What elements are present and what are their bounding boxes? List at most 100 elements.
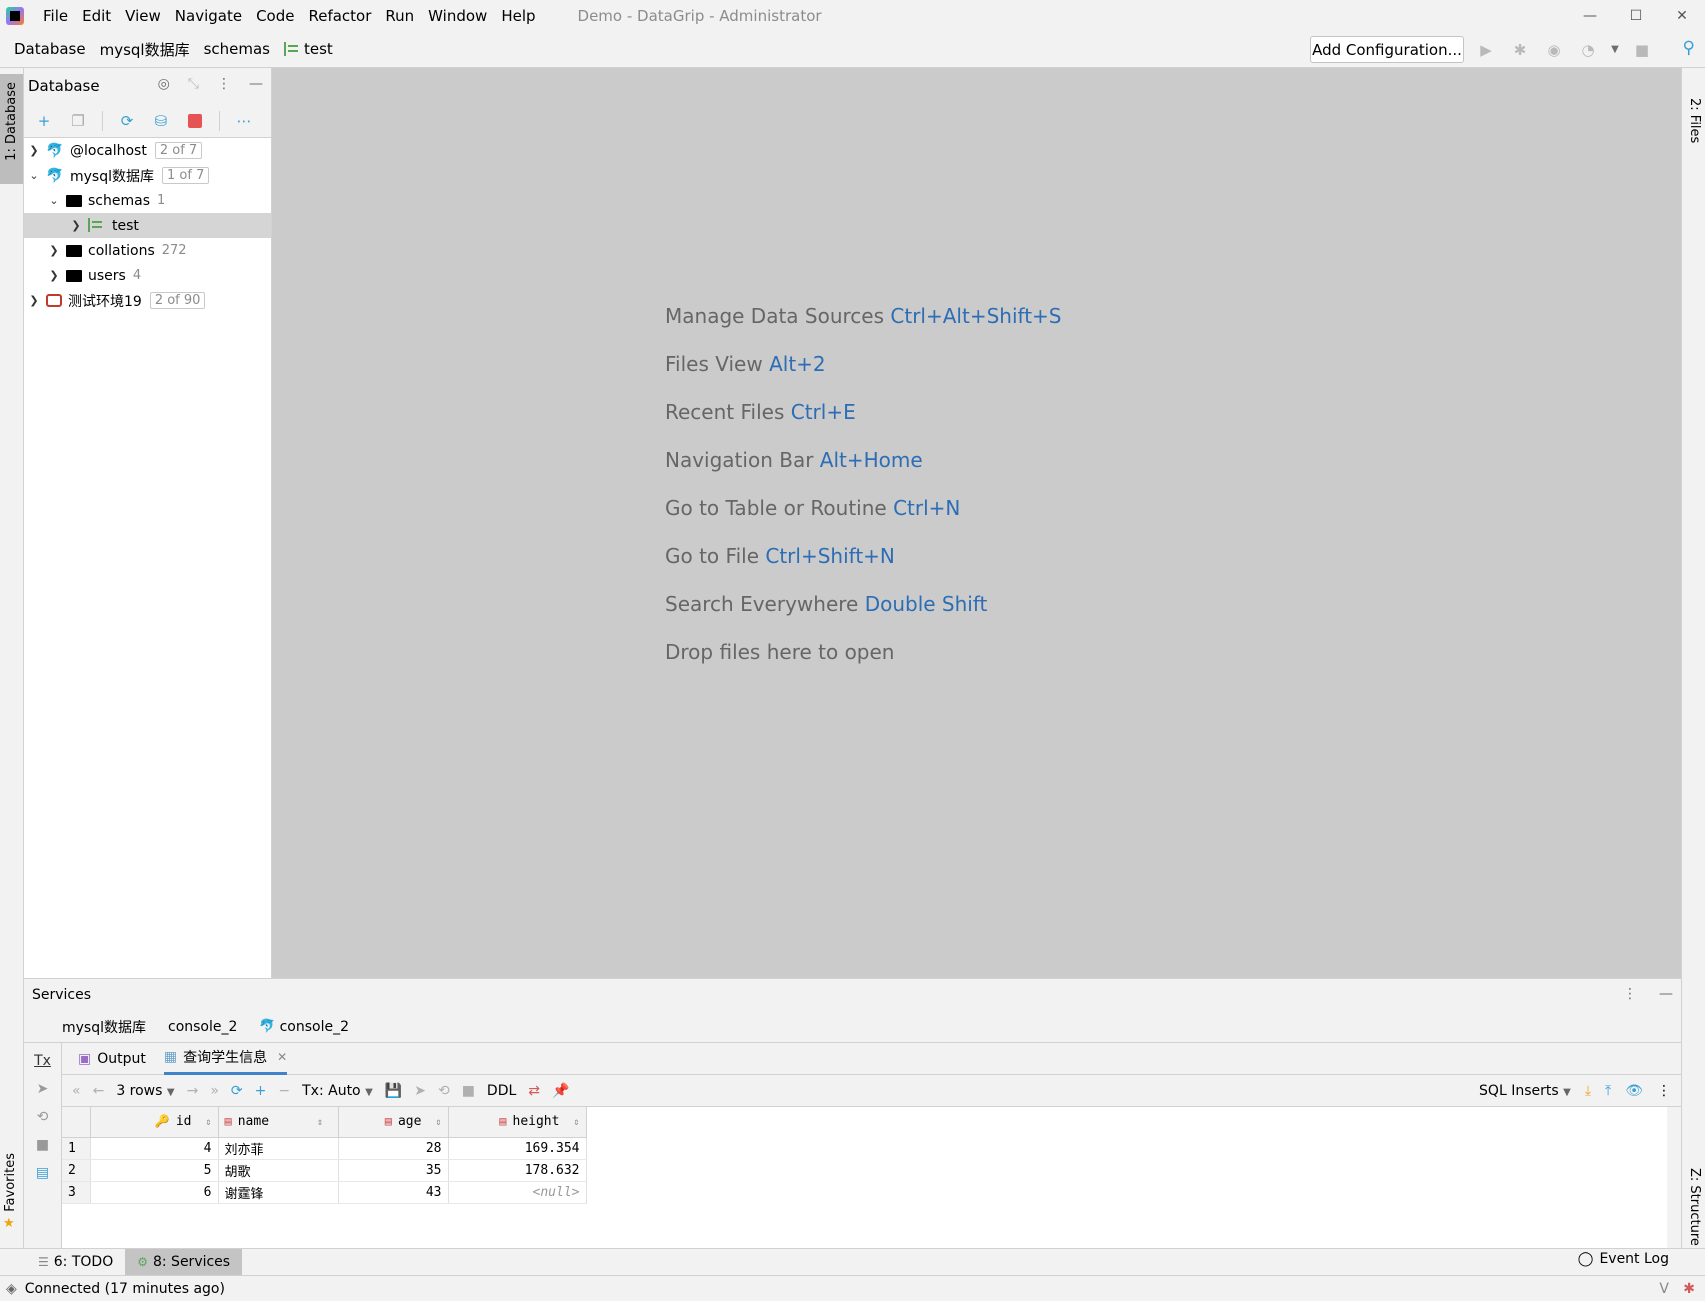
more-options-icon[interactable]: ⋮: [217, 76, 231, 92]
services-tool-tab[interactable]: ⚙ 8: Services: [125, 1248, 243, 1276]
tx-label[interactable]: Tx: [34, 1053, 51, 1069]
tree-item-collations[interactable]: ❯ collations 272: [24, 238, 271, 263]
hide-panel-icon[interactable]: —: [1659, 986, 1673, 1002]
cell-id[interactable]: 6: [90, 1181, 219, 1204]
view-icon[interactable]: 👁: [1625, 1083, 1643, 1099]
structure-tool-tab[interactable]: Z: Structure: [1687, 1168, 1702, 1246]
run-icon[interactable]: ▶: [1474, 38, 1498, 62]
minimize-button[interactable]: —: [1567, 0, 1613, 31]
dropdown-arrow-icon[interactable]: ▼: [1610, 38, 1620, 62]
stop-icon[interactable]: ■: [462, 1083, 475, 1099]
menu-code[interactable]: Code: [249, 7, 301, 25]
save-icon[interactable]: 💾: [385, 1083, 402, 1099]
breadcrumb-test[interactable]: test: [277, 40, 340, 58]
add-icon[interactable]: +: [34, 111, 54, 131]
column-header-id[interactable]: 🔑 id ⇕: [90, 1107, 219, 1138]
result-tab-output[interactable]: ▣ Output: [78, 1043, 146, 1075]
cell-height[interactable]: 178.632: [448, 1159, 587, 1182]
rollback-icon[interactable]: ⟲: [37, 1109, 49, 1125]
debug-icon[interactable]: ✱: [1508, 38, 1532, 62]
chevron-right-icon[interactable]: ❯: [46, 244, 62, 257]
collapse-all-icon[interactable]: ⤡: [188, 76, 199, 92]
tree-item-mysql[interactable]: ⌄ 🐬 mysql数据库 1 of 7: [24, 163, 271, 188]
table-row[interactable]: 2 5 胡歌 35 178.632: [62, 1159, 587, 1182]
download-icon[interactable]: ⤓: [1585, 1083, 1591, 1099]
run-coverage-icon[interactable]: ◉: [1542, 38, 1566, 62]
add-configuration-button[interactable]: Add Configuration...: [1310, 36, 1464, 63]
menu-edit[interactable]: Edit: [75, 7, 118, 25]
compare-icon[interactable]: ⇄: [528, 1083, 540, 1099]
table-row[interactable]: 3 6 谢霆锋 43 <null>: [62, 1181, 587, 1204]
delete-row-icon[interactable]: −: [278, 1083, 290, 1099]
maximize-button[interactable]: ☐: [1613, 0, 1659, 31]
close-tab-icon[interactable]: ✕: [277, 1050, 287, 1064]
column-header-name[interactable]: ▤ name ⇕: [218, 1107, 339, 1138]
cell-age[interactable]: 28: [338, 1137, 449, 1160]
sort-icon[interactable]: ⇕: [205, 1117, 211, 1128]
last-page-icon[interactable]: »: [210, 1083, 219, 1099]
tx-mode-dropdown[interactable]: Tx: Auto ▼: [302, 1083, 373, 1099]
result-tab-query[interactable]: ▦ 查询学生信息 ✕: [163, 1043, 288, 1075]
target-icon[interactable]: ◎: [158, 76, 170, 92]
upload-icon[interactable]: ⤒: [1605, 1083, 1611, 1099]
tree-item-test[interactable]: ❯ test: [24, 213, 271, 238]
cell-id[interactable]: 5: [90, 1159, 219, 1182]
notification-icon[interactable]: ✱: [1683, 1281, 1695, 1297]
breadcrumb-database[interactable]: Database: [0, 40, 93, 58]
chevron-down-icon[interactable]: ⌄: [46, 194, 62, 207]
sql-inserts-dropdown[interactable]: SQL Inserts ▼: [1479, 1083, 1571, 1099]
menu-navigate[interactable]: Navigate: [168, 7, 249, 25]
chevron-right-icon[interactable]: ❯: [26, 144, 42, 157]
previous-page-icon[interactable]: ←: [93, 1083, 105, 1099]
rows-count-dropdown[interactable]: 3 rows ▼: [116, 1083, 174, 1099]
stop-icon[interactable]: ■: [36, 1137, 49, 1153]
menu-file[interactable]: File: [36, 7, 75, 25]
menu-run[interactable]: Run: [378, 7, 421, 25]
ddl-button[interactable]: DDL: [487, 1083, 516, 1099]
submit-icon[interactable]: ➤: [37, 1081, 49, 1097]
session-tab-console-2[interactable]: 🐬 console_2: [259, 1019, 349, 1035]
breadcrumb-mysql[interactable]: mysql数据库: [93, 39, 197, 60]
refresh-icon[interactable]: ⟳: [231, 1083, 243, 1099]
next-page-icon[interactable]: →: [187, 1083, 199, 1099]
more-icon[interactable]: ⋯: [234, 111, 254, 131]
refresh-icon[interactable]: ⟳: [117, 111, 137, 131]
copy-icon[interactable]: ❐: [68, 111, 88, 131]
vcs-icon[interactable]: V: [1659, 1281, 1669, 1297]
cell-id[interactable]: 4: [90, 1137, 219, 1160]
table-row[interactable]: 1 4 刘亦菲 28 169.354: [62, 1137, 587, 1160]
files-tool-tab[interactable]: 2: Files: [1687, 98, 1702, 143]
first-page-icon[interactable]: «: [72, 1083, 81, 1099]
menu-refactor[interactable]: Refactor: [301, 7, 378, 25]
tree-item-localhost[interactable]: ❯ 🐬 @localhost 2 of 7: [24, 138, 271, 163]
column-header-height[interactable]: ▤ height ⇕: [448, 1107, 587, 1138]
more-options-icon[interactable]: ⋮: [1657, 1083, 1671, 1099]
stop-icon[interactable]: [185, 111, 205, 131]
sort-icon[interactable]: ⇕: [317, 1117, 323, 1128]
cell-name[interactable]: 刘亦菲: [218, 1137, 339, 1160]
menu-window[interactable]: Window: [421, 7, 494, 25]
cell-age[interactable]: 35: [338, 1159, 449, 1182]
chevron-right-icon[interactable]: ❯: [68, 219, 84, 232]
close-button[interactable]: ✕: [1659, 0, 1705, 31]
revert-icon[interactable]: ⟲: [438, 1083, 450, 1099]
sort-icon[interactable]: ⇕: [573, 1117, 579, 1128]
tree-item-users[interactable]: ❯ users 4: [24, 263, 271, 288]
cell-height[interactable]: <null>: [448, 1181, 587, 1204]
add-row-icon[interactable]: +: [255, 1083, 267, 1099]
search-everywhere-icon[interactable]: ⚲: [1683, 38, 1695, 58]
cell-name[interactable]: 谢霆锋: [218, 1181, 339, 1204]
more-options-icon[interactable]: ⋮: [1623, 986, 1637, 1002]
cell-height[interactable]: 169.354: [448, 1137, 587, 1160]
cell-age[interactable]: 43: [338, 1181, 449, 1204]
stop-icon[interactable]: ■: [1630, 38, 1654, 62]
todo-tool-tab[interactable]: ☰ 6: TODO: [26, 1249, 125, 1276]
chevron-right-icon[interactable]: ❯: [26, 294, 42, 307]
database-tool-tab[interactable]: 1: Database: [0, 74, 23, 184]
menu-view[interactable]: View: [118, 7, 168, 25]
pin-icon[interactable]: 📌: [552, 1083, 569, 1099]
tree-item-schemas[interactable]: ⌄ schemas 1: [24, 188, 271, 213]
layout-icon[interactable]: ▤: [36, 1165, 49, 1181]
cell-name[interactable]: 胡歌: [218, 1159, 339, 1182]
schema-manager-icon[interactable]: ⛁: [151, 111, 171, 131]
